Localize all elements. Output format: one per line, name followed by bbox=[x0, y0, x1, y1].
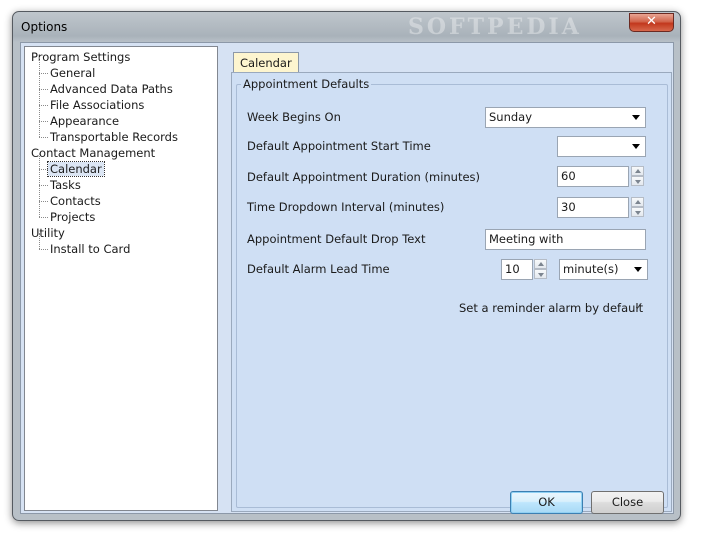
calendar-tab-panel: Appointment Defaults Week Begins On Sund… bbox=[231, 72, 672, 512]
reminder-checkbox[interactable]: ✓ bbox=[633, 301, 645, 313]
spin-up-icon[interactable] bbox=[631, 166, 644, 176]
tree-item[interactable]: Contact Management bbox=[25, 145, 217, 161]
start-time-select[interactable] bbox=[557, 136, 646, 157]
tree-item[interactable]: Tasks bbox=[25, 169, 217, 193]
watermark-logo: SOFTPEDIA bbox=[408, 14, 582, 40]
tree-item[interactable]: Calendar bbox=[25, 153, 217, 177]
spin-down-icon[interactable] bbox=[631, 207, 644, 217]
tree-item-label: Appearance bbox=[50, 114, 120, 128]
spin-up-icon[interactable] bbox=[534, 259, 547, 269]
tree-item[interactable]: Contacts bbox=[25, 185, 217, 209]
spin-up-icon[interactable] bbox=[631, 197, 644, 207]
tree-item-label: Contacts bbox=[50, 194, 101, 208]
tree-item-label: Contact Management bbox=[31, 146, 156, 160]
drop-text-label: Appointment Default Drop Text bbox=[247, 232, 426, 246]
week-begins-on-value: Sunday bbox=[489, 110, 533, 124]
tree-item[interactable]: Utility bbox=[25, 225, 217, 241]
tree-item[interactable]: Transportable Records bbox=[25, 121, 217, 145]
tree-item[interactable]: General bbox=[25, 57, 217, 81]
tree-item[interactable]: File Associations bbox=[25, 89, 217, 113]
options-tree[interactable]: Program Settings General Advanced Data Pat… bbox=[24, 46, 218, 511]
spin-down-icon[interactable] bbox=[631, 176, 644, 186]
tree-item-label: Program Settings bbox=[31, 50, 131, 64]
tree-item-label: Calendar bbox=[47, 161, 105, 177]
drop-text-input[interactable]: Meeting with bbox=[485, 229, 646, 250]
window-title: Options bbox=[21, 20, 68, 34]
chevron-down-icon bbox=[634, 267, 642, 272]
tree-item[interactable]: Advanced Data Paths bbox=[25, 73, 217, 97]
interval-label: Time Dropdown Interval (minutes) bbox=[247, 200, 445, 214]
appointment-defaults-group: Appointment Defaults Week Begins On Sund… bbox=[236, 77, 668, 508]
tree-item-label: Advanced Data Paths bbox=[50, 82, 173, 96]
window-close-button[interactable]: ✕ bbox=[629, 13, 674, 32]
reminder-label: Set a reminder alarm by default bbox=[459, 301, 644, 315]
tree-item[interactable]: Appearance bbox=[25, 105, 217, 129]
chevron-down-icon bbox=[632, 115, 640, 120]
close-button[interactable]: Close bbox=[591, 491, 664, 514]
tree-item[interactable]: Install to Card bbox=[25, 233, 217, 257]
start-time-label: Default Appointment Start Time bbox=[247, 139, 431, 153]
week-begins-on-label: Week Begins On bbox=[247, 110, 341, 124]
ok-button[interactable]: OK bbox=[510, 491, 583, 514]
group-title: Appointment Defaults bbox=[241, 77, 372, 91]
alarm-lead-spinner[interactable] bbox=[534, 259, 547, 280]
alarm-unit-value: minute(s) bbox=[563, 262, 619, 276]
duration-spinner[interactable] bbox=[631, 166, 644, 187]
alarm-unit-select[interactable]: minute(s) bbox=[559, 259, 648, 280]
tree-item[interactable]: Projects bbox=[25, 201, 217, 225]
interval-spinner[interactable] bbox=[631, 197, 644, 218]
duration-label: Default Appointment Duration (minutes) bbox=[247, 170, 481, 184]
interval-input[interactable]: 30 bbox=[557, 197, 629, 218]
tree-item-label: Transportable Records bbox=[50, 130, 178, 144]
options-window: Options SOFTPEDIA ✕ Program Settings Gene… bbox=[12, 11, 681, 521]
dialog-client-area: Program Settings General Advanced Data Pat… bbox=[20, 42, 674, 514]
tree-item-label: Tasks bbox=[50, 178, 81, 192]
tree-item-label: File Associations bbox=[50, 98, 145, 112]
spin-down-icon[interactable] bbox=[534, 269, 547, 279]
tab-calendar[interactable]: Calendar bbox=[233, 52, 299, 73]
tree-item-label: Install to Card bbox=[50, 242, 131, 256]
week-begins-on-select[interactable]: Sunday bbox=[485, 107, 646, 128]
duration-input[interactable]: 60 bbox=[557, 166, 629, 187]
alarm-lead-input[interactable]: 10 bbox=[501, 259, 533, 280]
alarm-lead-label: Default Alarm Lead Time bbox=[247, 262, 390, 276]
tree-item-label: Utility bbox=[31, 226, 65, 240]
tree-item[interactable]: Program Settings bbox=[25, 49, 217, 65]
tree-item-label: Projects bbox=[50, 210, 96, 224]
tree-item-label: General bbox=[50, 66, 96, 80]
chevron-down-icon bbox=[632, 144, 640, 149]
title-bar[interactable]: Options SOFTPEDIA ✕ bbox=[13, 12, 680, 42]
